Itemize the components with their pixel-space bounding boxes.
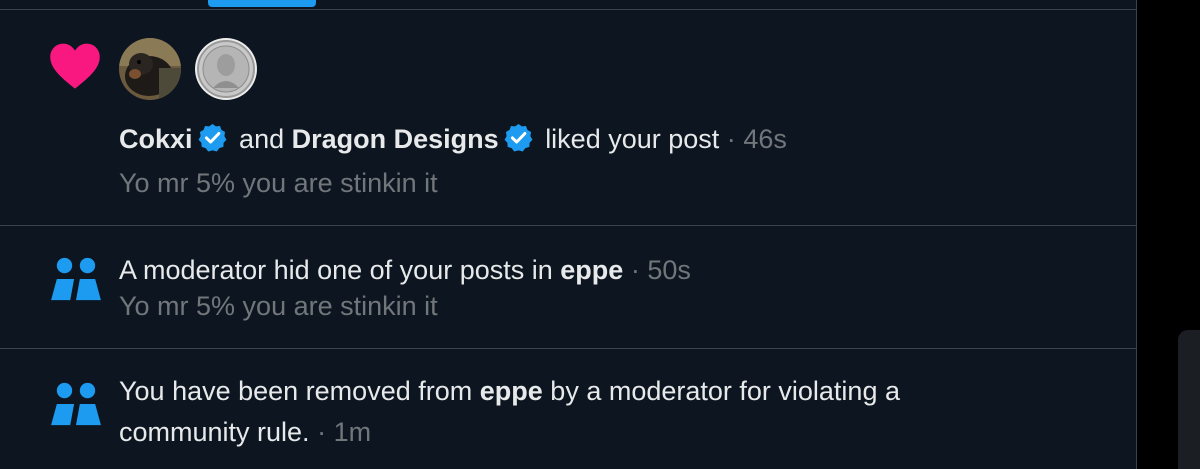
notification-post-hidden[interactable]: A moderator hid one of your posts in epp… xyxy=(0,226,1136,349)
community-name[interactable]: eppe xyxy=(480,376,543,406)
verified-badge-icon xyxy=(198,123,226,152)
heart-icon xyxy=(50,43,100,89)
notification-text: Cokxi and Dragon Designs liked your post… xyxy=(119,122,787,156)
timestamp[interactable]: 50s xyxy=(647,255,691,285)
notification-like[interactable]: Cokxi and Dragon Designs liked your post… xyxy=(0,10,1136,226)
separator-dot: · xyxy=(317,417,327,447)
connector-text: and xyxy=(239,124,285,154)
dog-avatar-image xyxy=(119,38,181,100)
avatar-cokxi[interactable] xyxy=(119,38,181,100)
coin-avatar-image xyxy=(195,38,257,100)
message-text: A moderator hid one of your posts in xyxy=(119,255,553,285)
avatar-dragon-designs[interactable] xyxy=(195,38,257,100)
separator-dot: · xyxy=(726,124,736,154)
notification-removed[interactable]: You have been removed from eppe by a mod… xyxy=(0,349,1136,469)
timestamp[interactable]: 46s xyxy=(743,124,787,154)
notification-text: You have been removed from eppe by a mod… xyxy=(119,374,900,408)
message-text-end: community rule. xyxy=(119,417,310,447)
verified-badge-icon xyxy=(504,123,533,152)
timestamp[interactable]: 1m xyxy=(334,417,372,447)
message-text-continued: by a moderator for violating a xyxy=(550,376,900,406)
action-text: liked your post xyxy=(545,124,720,154)
community-name[interactable]: eppe xyxy=(560,255,623,285)
username-dragon-designs[interactable]: Dragon Designs xyxy=(292,124,499,154)
post-snippet: Yo mr 5% you are stinkin it xyxy=(119,168,438,198)
username-cokxi[interactable]: Cokxi xyxy=(119,124,193,154)
side-panel-edge xyxy=(1178,330,1200,469)
notifications-feed: Cokxi and Dragon Designs liked your post… xyxy=(0,0,1137,469)
post-snippet: Yo mr 5% you are stinkin it xyxy=(119,291,438,321)
notification-text: A moderator hid one of your posts in epp… xyxy=(119,253,691,287)
active-tab-indicator xyxy=(208,0,316,7)
community-icon xyxy=(51,257,101,301)
message-text: You have been removed from xyxy=(119,376,473,406)
notification-text-line2: community rule. · 1m xyxy=(119,415,371,449)
separator-dot: · xyxy=(630,255,640,285)
community-icon xyxy=(51,382,101,426)
